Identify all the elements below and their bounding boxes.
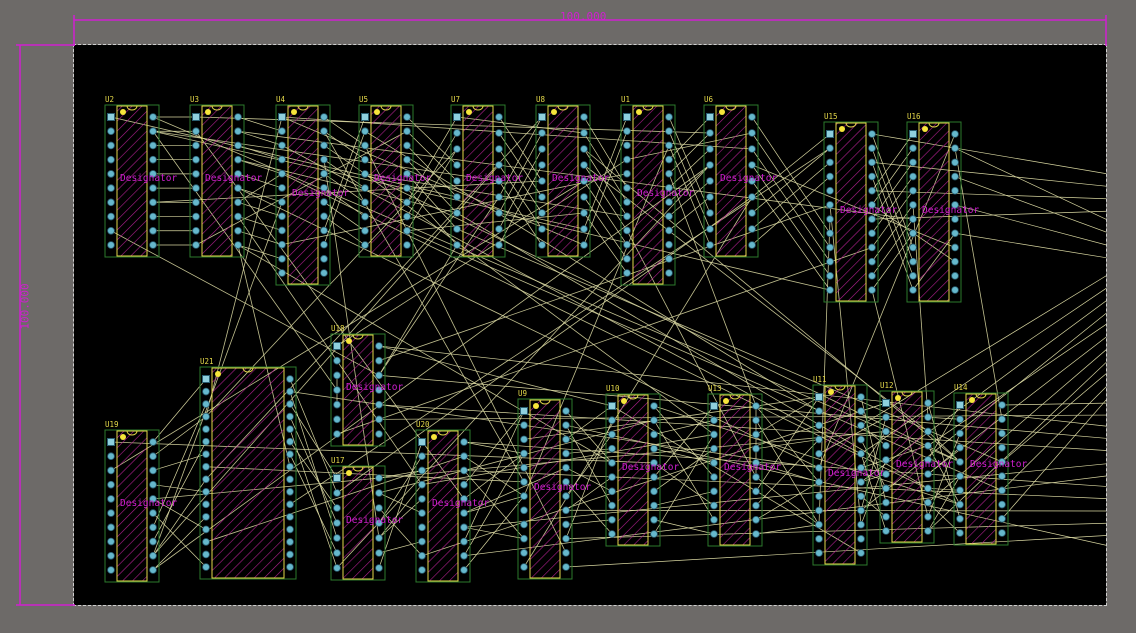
width-dimension-label: 100.000 [560, 10, 607, 23]
height-dimension-label: 100.000 [18, 283, 32, 330]
dimension-overlay [16, 15, 1107, 606]
